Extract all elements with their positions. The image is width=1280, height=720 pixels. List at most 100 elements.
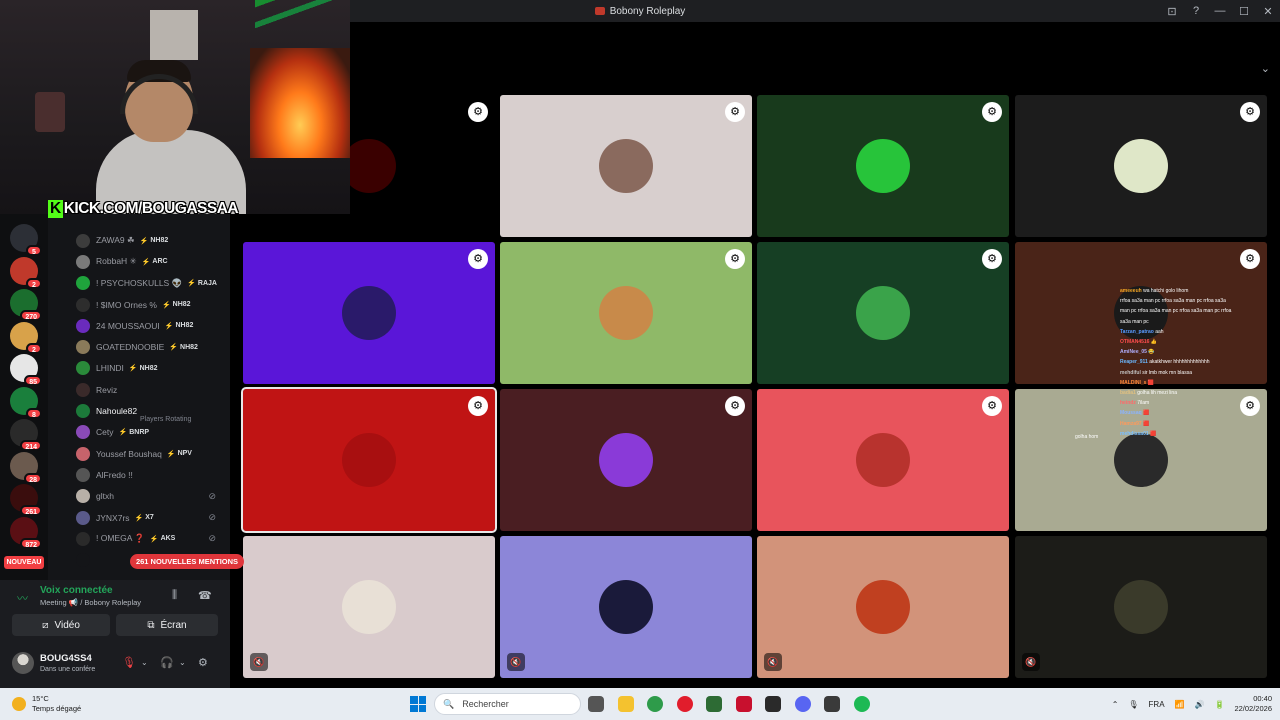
date: 22/02/2026 (1234, 704, 1272, 713)
chevron-down-icon[interactable]: ⌄ (141, 658, 148, 667)
gear-icon[interactable]: ⚙ (198, 656, 208, 669)
wifi-icon[interactable]: 📶 (1175, 700, 1185, 709)
watch-stream-icon[interactable]: ⚙ (1240, 102, 1260, 122)
avatar (599, 139, 653, 193)
server-icon[interactable]: 872 (10, 516, 42, 549)
video-button[interactable]: ⧄ Vidéo (12, 614, 110, 636)
screen-share-button[interactable]: ⧉ Écran (116, 614, 218, 636)
participant-tile[interactable]: ⚙ (757, 242, 1009, 384)
help-icon[interactable]: ? (1184, 5, 1208, 17)
voice-member[interactable]: AlFredo !! (76, 464, 228, 485)
voice-channel-path[interactable]: Meeting 📢 / Bobony Roleplay (40, 598, 141, 607)
server-icon[interactable]: 85 (10, 354, 42, 386)
headset-icon[interactable]: 🎧 (160, 656, 174, 669)
chevron-down-icon[interactable]: ⌄ (179, 658, 186, 667)
participant-tile[interactable]: ⚙ (757, 95, 1009, 237)
battery-icon[interactable]: 🔋 (1214, 700, 1224, 709)
server-icon[interactable]: 2 (10, 256, 42, 289)
file-explorer-icon[interactable] (617, 696, 634, 712)
adobe-icon[interactable] (735, 696, 752, 712)
chat-message: sa3a man pc (1120, 318, 1149, 325)
participant-tile[interactable]: ⚙ (243, 242, 495, 384)
search-box[interactable]: 🔍 Rechercher (434, 693, 581, 715)
chevron-up-icon[interactable]: ⌃ (1112, 700, 1119, 709)
microphone-muted-icon[interactable]: 🎙 (122, 656, 136, 669)
voice-member[interactable]: RobbaH ✳ ⚡ ARC (76, 251, 228, 272)
chevron-down-icon[interactable]: ⌄ (1261, 62, 1270, 75)
avatar[interactable] (12, 652, 34, 674)
inbox-icon[interactable]: ⊡ (1160, 5, 1184, 18)
voice-member[interactable]: 24 MOUSSAOUI ⚡ NH82 (76, 315, 228, 336)
discord-icon[interactable] (794, 696, 811, 712)
voice-member[interactable]: ! PSYCHOSKULLS 👽 ⚡ RAJA (76, 273, 228, 294)
terminal-icon[interactable] (706, 696, 722, 712)
voice-member[interactable]: ! $IMO Ornes % ⚡ NH82 (76, 294, 228, 315)
watch-stream-icon[interactable]: ⚙ (725, 396, 745, 416)
watch-stream-icon[interactable]: ⚙ (468, 396, 488, 416)
chat-message: golha lih mezi lina (1137, 390, 1177, 397)
microphone-icon[interactable]: 🎙 (1128, 700, 1138, 709)
weather-temp: 15°C (32, 694, 49, 703)
voice-member[interactable]: Nahoule82 (76, 400, 228, 421)
new-badge[interactable]: NOUVEAU (4, 556, 44, 569)
participant-tile[interactable]: 🔇 (757, 536, 1009, 678)
media-icon[interactable] (824, 696, 840, 712)
watch-stream-icon[interactable]: ⚙ (982, 102, 1002, 122)
minimize-button[interactable]: — (1208, 5, 1232, 17)
obs-icon[interactable] (765, 696, 781, 712)
server-icon[interactable]: 28 (10, 451, 42, 484)
server-icon[interactable]: 2 (10, 321, 42, 354)
server-icon[interactable]: 5 (10, 224, 42, 256)
close-button[interactable]: ✕ (1256, 5, 1280, 18)
watch-stream-icon[interactable]: ⚙ (725, 249, 745, 269)
voice-member[interactable]: ! OMEGA ❓ ⚡ AKS ⊘ (76, 528, 228, 549)
voice-member[interactable]: Reviz (76, 379, 228, 400)
spotify-icon[interactable] (853, 696, 870, 712)
watch-stream-icon[interactable]: ⚙ (982, 396, 1002, 416)
language[interactable]: FRA (1149, 700, 1165, 709)
participant-tile[interactable]: 🔇 (500, 536, 752, 678)
server-icon[interactable]: 214 (10, 419, 42, 451)
watch-stream-icon[interactable]: ⚙ (1240, 249, 1260, 269)
server-icon[interactable]: 8 (10, 386, 42, 419)
voice-member[interactable]: JYNX7rs ⚡ X7 ⊘ (76, 507, 228, 528)
participant-tile[interactable]: 🔇 (1015, 536, 1267, 678)
disconnect-icon[interactable]: ☎ (198, 589, 212, 602)
chrome-icon[interactable] (647, 696, 663, 712)
task-view-icon[interactable] (588, 696, 604, 712)
participant-tile[interactable]: ⚙ (241, 387, 497, 533)
avatar (856, 139, 910, 193)
member-name: Reviz (96, 384, 118, 395)
voice-member[interactable]: gltxh ⊘ (76, 486, 228, 507)
username[interactable]: BOUG4SS4 (40, 653, 92, 664)
participant-tile[interactable]: 🔇 (243, 536, 495, 678)
windows-start-icon[interactable] (410, 696, 426, 712)
participant-tile[interactable]: ⚙ (757, 389, 1009, 531)
watch-stream-icon[interactable]: ⚙ (468, 249, 488, 269)
voice-member[interactable]: Youssef Boushaq ⚡ NPV (76, 443, 228, 464)
participant-tile[interactable]: ⚙ (500, 95, 752, 237)
clock[interactable]: 00:40 22/02/2026 (1234, 694, 1272, 714)
chat-line: rrfoa sa3a man pc rrfoa sa3a man pc rrfo… (1120, 296, 1278, 306)
server-icon[interactable]: 270 (10, 289, 42, 321)
server-icon[interactable]: 261 (10, 484, 42, 516)
participant-tile[interactable]: ⚙ (500, 242, 752, 384)
voice-member[interactable]: ZAWA9 ☘ ⚡ NH82 (76, 230, 228, 251)
voice-member[interactable]: LHINDI ⚡ NH82 (76, 358, 228, 379)
weather-widget[interactable]: 15°C Temps dégagé (12, 694, 81, 714)
watch-stream-icon[interactable]: ⚙ (468, 102, 488, 122)
voice-member[interactable]: Cety ⚡ BNRP (76, 422, 228, 443)
participant-tile[interactable]: ⚙ (1015, 95, 1267, 237)
mention-badge: 270 (20, 310, 42, 321)
watch-stream-icon[interactable]: ⚙ (982, 249, 1002, 269)
noise-suppression-icon[interactable]: ⫼ (172, 589, 177, 602)
voice-status[interactable]: Voix connectée (40, 585, 113, 596)
member-name: Cety (96, 427, 114, 438)
maximize-button[interactable]: ☐ (1232, 5, 1256, 18)
voice-member[interactable]: GOATEDNOOBIE ⚡ NH82 (76, 336, 228, 357)
new-mentions-button[interactable]: 261 NOUVELLES MENTIONS (130, 554, 244, 569)
volume-icon[interactable]: 🔊 (1195, 700, 1205, 709)
participant-tile[interactable]: ⚙ (500, 389, 752, 531)
watch-stream-icon[interactable]: ⚙ (725, 102, 745, 122)
opera-icon[interactable] (676, 696, 693, 712)
